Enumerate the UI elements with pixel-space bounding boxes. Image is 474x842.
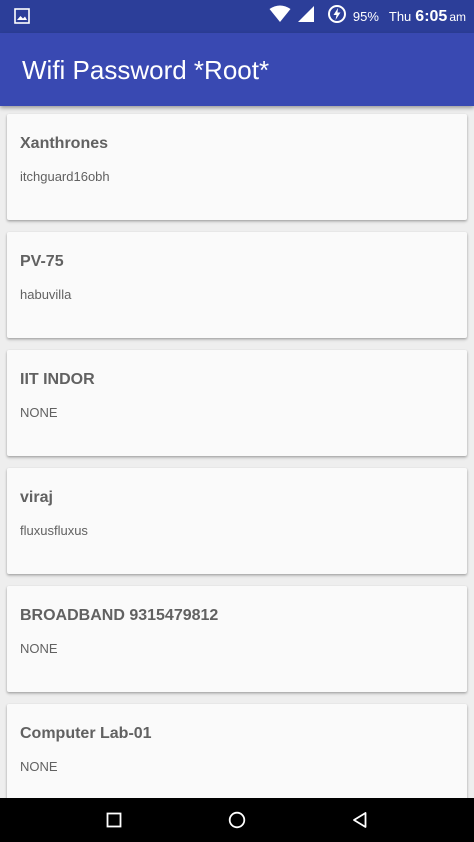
network-ssid: BROADBAND 9315479812 — [20, 607, 219, 624]
image-icon — [14, 8, 30, 29]
network-password: NONE — [20, 405, 58, 420]
network-card[interactable]: Computer Lab-01 NONE — [7, 704, 467, 798]
status-bar: 95% Thu 6:05 am — [0, 0, 474, 33]
network-list[interactable]: Xanthrones itchguard16obh PV-75 habuvill… — [0, 106, 474, 798]
network-card[interactable]: IIT INDOR NONE — [7, 350, 467, 456]
network-card[interactable]: BROADBAND 9315479812 NONE — [7, 586, 467, 692]
battery-percent: 95% — [352, 9, 379, 24]
network-ssid: Xanthrones — [20, 135, 109, 152]
app-bar: Wifi Password *Root* — [0, 33, 474, 106]
network-card[interactable]: Xanthrones itchguard16obh — [7, 114, 467, 220]
network-password: fluxusfluxus — [20, 523, 88, 538]
page-title: Wifi Password *Root* — [22, 55, 270, 85]
navigation-bar — [0, 798, 474, 842]
network-card[interactable]: viraj fluxusfluxus — [7, 468, 467, 574]
network-ssid: IIT INDOR — [20, 371, 95, 388]
status-time: 6:05 — [415, 7, 448, 25]
home-icon[interactable] — [225, 808, 249, 832]
battery-saver-icon — [327, 4, 347, 29]
status-ampm: am — [449, 9, 466, 24]
network-ssid: viraj — [20, 489, 53, 506]
status-day: Thu — [388, 9, 412, 24]
network-password: itchguard16obh — [20, 169, 110, 184]
wifi-icon — [269, 5, 291, 28]
back-icon[interactable] — [348, 808, 372, 832]
network-card[interactable]: PV-75 habuvilla — [7, 232, 467, 338]
network-password: NONE — [20, 641, 58, 656]
network-password: habuvilla — [20, 287, 72, 302]
recents-icon[interactable] — [102, 808, 126, 832]
network-ssid: PV-75 — [20, 253, 64, 270]
network-ssid: Computer Lab-01 — [20, 725, 152, 742]
signal-icon — [297, 5, 315, 28]
network-password: NONE — [20, 759, 58, 774]
